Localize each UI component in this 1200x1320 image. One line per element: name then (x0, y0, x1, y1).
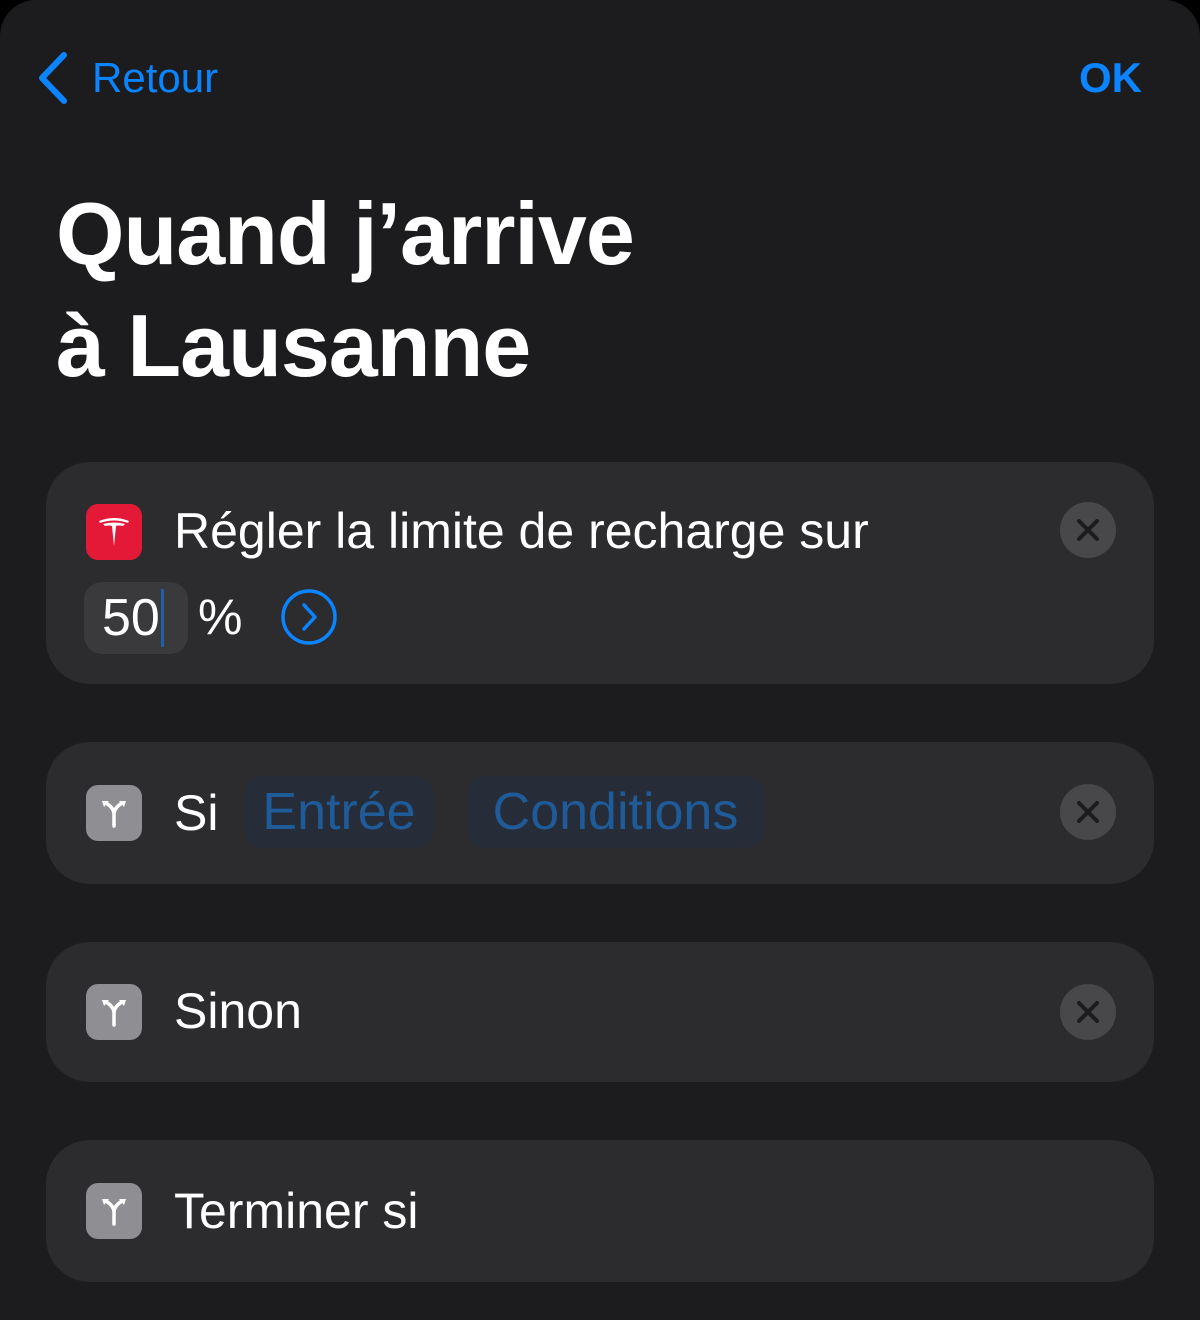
text-caret (160, 589, 164, 647)
title-line-2: à Lausanne (56, 296, 531, 395)
action-set-charge-limit[interactable]: Régler la limite de recharge sur 50 % (46, 462, 1154, 684)
title-line-1: Quand j’arrive (56, 184, 635, 283)
chevron-left-icon (39, 52, 67, 104)
chevron-right-circle-icon[interactable] (280, 588, 338, 646)
close-icon (1077, 519, 1099, 541)
remove-action-button[interactable] (1060, 502, 1116, 558)
branch-icon (86, 785, 142, 841)
branch-icon (86, 984, 142, 1040)
charge-limit-input[interactable]: 50 (84, 582, 188, 654)
action-text: Régler la limite de recharge sur (174, 503, 869, 559)
input-token[interactable]: Entrée (244, 776, 434, 848)
close-icon (1077, 801, 1099, 823)
action-text: Sinon (174, 983, 302, 1039)
back-label: Retour (92, 54, 219, 101)
unit-label: % (198, 589, 243, 645)
page-title: Quand j’arrive à Lausanne (56, 178, 635, 402)
remove-action-button[interactable] (1060, 784, 1116, 840)
charge-limit-value: 50 (102, 589, 160, 647)
close-icon (1077, 1001, 1099, 1023)
tesla-logo-icon (86, 504, 142, 560)
action-text: Si (174, 785, 219, 841)
conditions-token[interactable]: Conditions (467, 776, 764, 848)
action-text: Terminer si (174, 1183, 419, 1239)
branch-icon (86, 1183, 142, 1239)
action-otherwise[interactable]: Sinon (46, 942, 1154, 1082)
done-button[interactable]: OK (1079, 54, 1142, 102)
action-end-if[interactable]: Terminer si (46, 1140, 1154, 1282)
action-if[interactable]: Si Entrée Conditions (46, 742, 1154, 884)
shortcut-editor-sheet: Retour OK Quand j’arrive à Lausanne Régl… (0, 0, 1200, 1320)
remove-action-button[interactable] (1060, 984, 1116, 1040)
back-button[interactable]: Retour (36, 50, 218, 106)
